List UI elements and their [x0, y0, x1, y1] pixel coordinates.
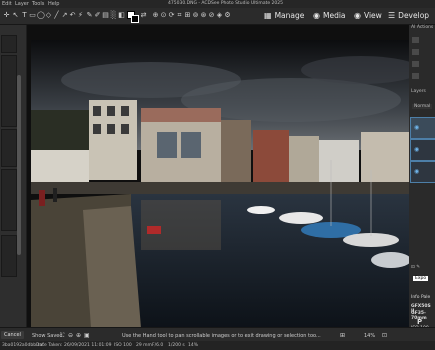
layer-row-2[interactable]: ◉ — [410, 139, 435, 161]
status-zoom: 14% — [188, 343, 199, 348]
menu-item-layer[interactable]: Layer — [15, 0, 29, 8]
menu-bar: Edit Layer Tools Help 475030.DNG - ACDSe… — [0, 0, 435, 8]
zoom-in-icon[interactable]: ⊕ — [76, 332, 81, 339]
gradient-icon[interactable]: ░ — [110, 12, 117, 19]
sharpen-icon[interactable]: ◈ — [216, 12, 223, 19]
move-icon[interactable]: ✛ — [3, 12, 10, 19]
target-icon[interactable]: ⊚ — [192, 12, 199, 19]
zoom-fit-icon[interactable]: ⊞ — [340, 332, 345, 339]
cursor-icon[interactable]: ↖ — [12, 12, 19, 19]
tool-settings-box[interactable] — [1, 55, 17, 127]
blur-icon[interactable]: ⊘ — [208, 12, 215, 19]
ai-action-icon-4[interactable] — [412, 73, 419, 79]
lasso-icon[interactable]: ◇ — [45, 12, 52, 19]
eye-icon: ◉ — [354, 11, 361, 20]
sliders-icon: ☰ — [388, 11, 396, 20]
layer-row-3[interactable]: ◉ — [410, 161, 435, 183]
brush-settings-box[interactable] — [1, 129, 17, 167]
wand-icon[interactable]: ⚡ — [77, 12, 84, 19]
info-palette-label: Info Pale — [411, 295, 431, 300]
options-box[interactable] — [1, 169, 17, 231]
status-focal: 29 mm — [136, 343, 152, 348]
eye-icon[interactable]: ◉ — [414, 168, 419, 175]
status-date: Date Taken: 26/09/2021 11:01:09 — [36, 343, 112, 348]
eyedropper-icon[interactable]: ✐ — [94, 12, 101, 19]
settings-icon[interactable]: ⚙ — [224, 12, 231, 19]
zoom-out-icon[interactable]: ⊖ — [68, 332, 73, 339]
ai-action-icon-3[interactable] — [412, 61, 419, 67]
repair-icon[interactable]: ⊛ — [200, 12, 207, 19]
undo-icon[interactable]: ↶ — [69, 12, 76, 19]
brush-icon[interactable]: ✎ — [86, 12, 93, 19]
eraser-icon[interactable]: ◧ — [118, 12, 125, 19]
status-shutter: 1/200 s — [168, 343, 185, 348]
color-swatch-icon[interactable] — [127, 11, 139, 23]
toolbar: ✛ ↖ T ▭ ◯ ◇ ╱ ↗ ↶ ⚡ ✎ ✐ ▤ ░ ◧ ⇄ ⊕ ⊙ ⟳ ⌗ … — [0, 8, 435, 25]
navigator-icon[interactable]: ⊡ — [382, 332, 387, 339]
blend-mode-select[interactable]: Normal — [412, 104, 433, 109]
menu-item-help[interactable]: Help — [48, 0, 59, 8]
mode-media[interactable]: ◉ Media — [313, 11, 346, 20]
window-title: 475030.DNG - ACDSee Photo Studio Ultimat… — [168, 1, 283, 6]
fit-icon[interactable]: ⛶ — [60, 332, 64, 340]
mode-manage[interactable]: ▦ Manage — [264, 11, 304, 20]
compare-icon[interactable]: ▣ — [84, 332, 90, 339]
status-aperture: F/6.0 — [152, 343, 164, 348]
right-panel: AI Actions Layers Normal ◉ ◉ ◉ ⊡ ✎ Expo … — [409, 25, 435, 350]
ai-action-icon-2[interactable] — [412, 49, 419, 55]
status-bar: 3ba0192a0dbb.raf Date Taken: 26/09/2021 … — [0, 341, 435, 350]
tool-options-box[interactable] — [1, 35, 17, 53]
grid-icon: ▦ — [264, 11, 272, 20]
mode-develop[interactable]: ☰ Develop — [388, 11, 429, 20]
layer-tools-icon[interactable]: ⊡ ✎ — [411, 265, 420, 270]
image-canvas[interactable] — [27, 25, 409, 328]
photo-harbour — [31, 40, 409, 328]
eye-icon[interactable]: ◉ — [414, 124, 419, 131]
rect-select-icon[interactable]: ▭ — [29, 12, 36, 19]
text-tool-icon[interactable]: T — [21, 12, 28, 19]
zoom-value[interactable]: 14% — [364, 333, 375, 339]
layer-row-1[interactable]: ◉ — [410, 117, 435, 139]
mode-view[interactable]: ◉ View — [354, 11, 382, 20]
arrow-icon[interactable]: ↗ — [61, 12, 68, 19]
left-scrollbar[interactable] — [17, 75, 21, 255]
extra-box[interactable] — [1, 235, 17, 277]
lens-model: GF35-70mm — [411, 311, 427, 321]
cancel-button[interactable]: Cancel — [1, 331, 24, 339]
swap-colors-icon[interactable]: ⇄ — [140, 12, 147, 19]
ai-action-icon-1[interactable] — [412, 37, 419, 43]
status-iso: ISO 100 — [114, 343, 132, 348]
fill-icon[interactable]: ▤ — [102, 12, 109, 19]
ellipse-select-icon[interactable]: ◯ — [37, 12, 45, 19]
line-icon[interactable]: ╱ — [53, 12, 60, 19]
eye-icon[interactable]: ◉ — [414, 146, 419, 153]
bottom-bar: Cancel Show Saved ⛶ ⊖ ⊕ ▣ Use the Hand t… — [0, 327, 435, 342]
grid-icon[interactable]: ⊞ — [184, 12, 191, 19]
rotate-icon[interactable]: ⟳ — [168, 12, 175, 19]
hand-icon[interactable]: ⊙ — [160, 12, 167, 19]
menu-item-tools[interactable]: Tools — [32, 0, 44, 8]
exposure-mode: P — [417, 318, 423, 326]
menu-item-edit[interactable]: Edit — [2, 0, 12, 8]
layers-label: Layers — [411, 89, 426, 94]
zoom-icon[interactable]: ⊕ — [152, 12, 159, 19]
left-panel — [0, 25, 26, 327]
tooltip: Expo — [413, 276, 429, 281]
ai-actions-label: AI Actions — [411, 25, 434, 30]
eye-icon: ◉ — [313, 11, 320, 20]
crop-icon[interactable]: ⌗ — [176, 12, 183, 19]
show-saved-toggle[interactable]: Show Saved — [32, 333, 63, 339]
hint-text: Use the Hand tool to pan scrollable imag… — [122, 333, 321, 339]
